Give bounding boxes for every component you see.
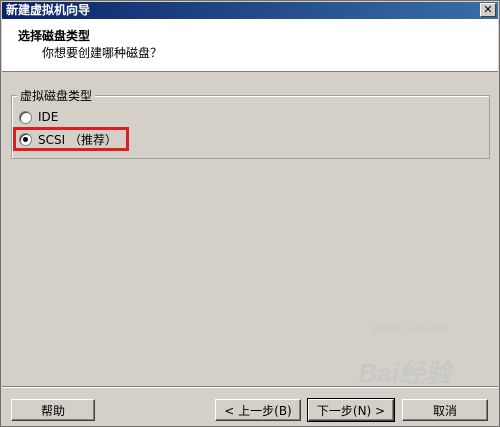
- help-button[interactable]: 帮助: [11, 399, 95, 421]
- wizard-header: 选择磁盘类型 你想要创建哪种磁盘？: [2, 19, 498, 72]
- title-bar[interactable]: 新建虚拟机向导 ✕: [2, 2, 498, 19]
- wizard-dialog: 新建虚拟机向导 ✕ 选择磁盘类型 你想要创建哪种磁盘？ 虚拟磁盘类型 IDE S…: [0, 0, 500, 427]
- radio-ide-icon[interactable]: [19, 110, 32, 124]
- back-button[interactable]: < 上一步(B): [215, 399, 301, 421]
- cancel-button[interactable]: 取消: [402, 399, 488, 421]
- close-icon[interactable]: ✕: [480, 3, 496, 17]
- watermark-url: jingyan.baidu.com: [374, 323, 447, 333]
- highlight-box: [13, 127, 129, 151]
- button-separator: [2, 386, 498, 388]
- window-title: 新建虚拟机向导: [6, 3, 91, 17]
- disk-type-legend: 虚拟磁盘类型: [17, 87, 96, 104]
- radio-ide[interactable]: IDE: [19, 109, 58, 125]
- page-subtitle: 你想要创建哪种磁盘？: [42, 46, 163, 60]
- radio-ide-label: IDE: [38, 110, 59, 124]
- baidu-watermark: Bai经验: [358, 358, 451, 388]
- next-button[interactable]: 下一步(N) >: [307, 398, 395, 422]
- page-title: 选择磁盘类型: [18, 29, 91, 43]
